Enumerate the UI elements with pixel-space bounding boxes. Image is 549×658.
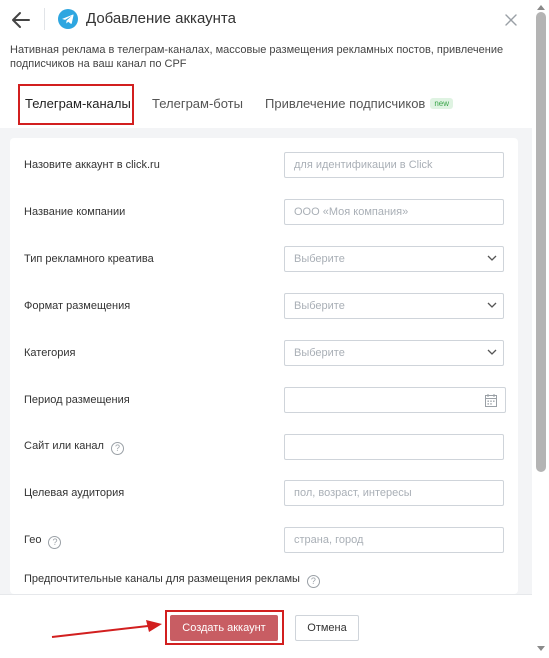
dialog-header: Добавление аккаунта [0, 0, 549, 40]
select-value: Выберите [294, 253, 345, 265]
label-text: Гео [24, 534, 42, 546]
field-label-category: Категория [24, 347, 76, 359]
help-icon[interactable]: ? [110, 442, 124, 455]
site-or-channel-input[interactable] [284, 434, 504, 460]
account-type-tabs: Телеграм-каналы Телеграм-боты Привлечени… [0, 84, 549, 125]
cancel-button[interactable]: Отмена [295, 615, 359, 641]
placement-format-select[interactable]: Выберите [284, 293, 504, 319]
calendar-icon [485, 394, 497, 407]
close-icon[interactable] [502, 11, 520, 29]
header-divider [44, 8, 45, 30]
field-label-geo: Гео? [24, 534, 62, 549]
company-name-input[interactable] [284, 199, 504, 225]
field-label-site-or-channel: Сайт или канал? [24, 440, 124, 455]
scrollbar-thumb[interactable] [536, 12, 546, 472]
label-text: Предпочтительные каналы для размещения р… [24, 573, 300, 585]
field-label-placement-period: Период размещения [24, 394, 130, 406]
select-value: Выберите [294, 300, 345, 312]
geo-input[interactable] [284, 527, 504, 553]
field-label-preferred-channels: Предпочтительные каналы для размещения р… [24, 573, 320, 588]
field-label-creative-type: Тип рекламного креатива [24, 253, 154, 265]
red-arrow-annotation [51, 620, 162, 638]
target-audience-input[interactable] [284, 480, 504, 506]
select-value: Выберите [294, 347, 345, 359]
arrow-left-icon[interactable] [10, 9, 32, 31]
category-select[interactable]: Выберите [284, 340, 504, 366]
creative-type-select[interactable]: Выберите [284, 246, 504, 272]
chevron-down-icon [487, 255, 497, 261]
tab-label: Телеграм-боты [152, 96, 243, 111]
create-account-button[interactable]: Создать аккаунт [170, 615, 278, 641]
tab-highlight-box [18, 84, 134, 125]
new-badge: new [430, 98, 454, 109]
tab-label: Привлечение подписчиков [265, 96, 426, 111]
tab-subscribers[interactable]: Привлечение подписчиков new [265, 84, 454, 124]
account-name-input[interactable] [284, 152, 504, 178]
dialog-title: Добавление аккаунта [86, 10, 236, 27]
tab-telegram-bots[interactable]: Телеграм-боты [152, 84, 243, 124]
chevron-down-icon [487, 349, 497, 355]
scroll-down-arrow-icon[interactable] [537, 646, 545, 652]
chevron-down-icon [487, 302, 497, 308]
telegram-icon [58, 9, 78, 29]
field-label-placement-format: Формат размещения [24, 300, 131, 312]
field-label-target-audience: Целевая аудитория [24, 487, 125, 499]
scroll-up-arrow-icon[interactable] [537, 4, 545, 10]
label-text: Сайт или канал [24, 440, 104, 452]
help-icon[interactable]: ? [48, 536, 62, 549]
account-description: Нативная реклама в телеграм-каналах, мас… [10, 44, 504, 70]
help-icon[interactable]: ? [306, 575, 320, 588]
field-label-account-name: Назовите аккаунт в click.ru [24, 159, 160, 171]
field-label-company-name: Название компании [24, 206, 126, 218]
placement-period-date-input[interactable] [284, 387, 506, 413]
